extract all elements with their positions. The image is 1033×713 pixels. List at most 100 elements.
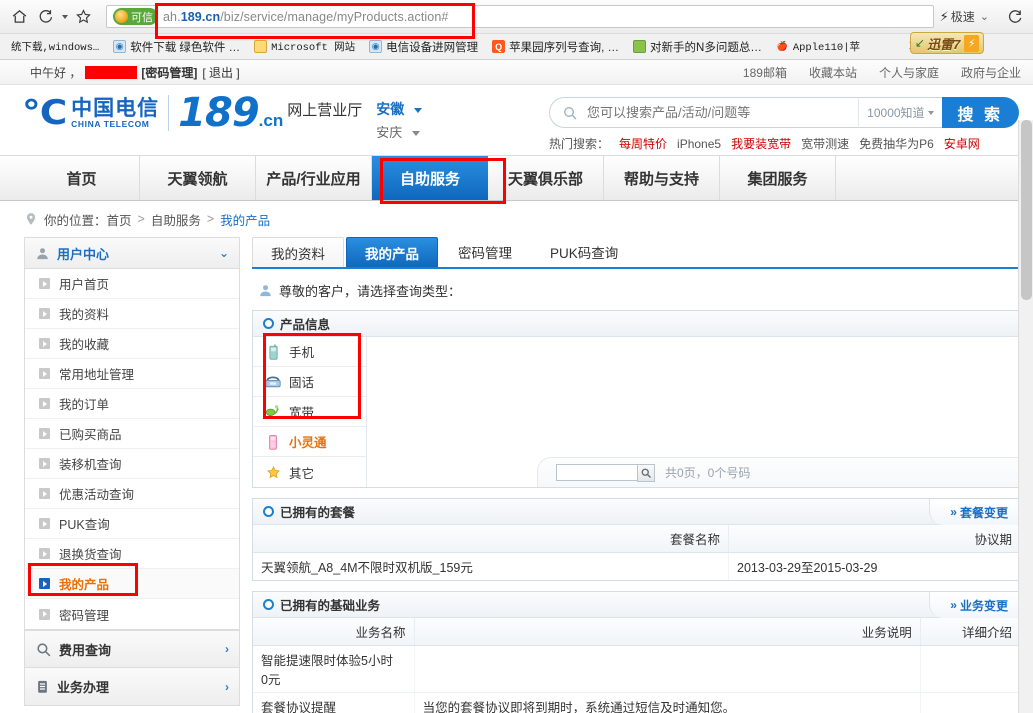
url-text: ah.189.cn/biz/service/manage/myProducts.… [163,10,448,24]
cell-agreement-period: 2013-03-29至2015-03-29 [729,553,1020,581]
bullet-arrow-icon [39,338,50,349]
nav-item-tianyi-club[interactable]: 天翼俱乐部 [488,156,604,200]
sidebar-item-my-favorites[interactable]: 我的收藏 [25,329,239,359]
city-selector[interactable]: 安庆 [376,122,421,144]
search-input[interactable] [585,104,858,121]
sidebar-item-my-products[interactable]: 我的产品 [25,569,239,599]
nav-item-self-service[interactable]: 自助服务 [372,156,488,200]
product-type-mobile[interactable]: 手机 [253,337,366,367]
product-type-landline[interactable]: 固话 [253,367,366,397]
column-service-detail: 详细介绍 [920,618,1020,646]
nav-item-products[interactable]: 产品/行业应用 [256,156,372,200]
tab-my-products[interactable]: 我的产品 [346,237,438,267]
cell-service-desc [414,646,920,693]
trust-coin-icon [115,10,128,23]
tab-puk-query[interactable]: PUK码查询 [532,237,636,267]
bookmark-label: 电信设备进网管理 [386,39,478,55]
pager-summary: 共0页，0个号码 [665,464,750,481]
home-icon[interactable] [6,4,32,30]
scrollbar-thumb[interactable] [1021,120,1032,300]
search-channel-select[interactable]: 10000知道 [858,97,941,128]
product-info-panel: 产品信息 手机 [252,310,1021,488]
password-management-link[interactable]: [密码管理] [141,64,197,81]
sidebar-item-purchased-goods[interactable]: 已购买商品 [25,419,239,449]
browser-chrome: 可信 ah.189.cn/biz/service/manage/myProduc… [0,0,1033,60]
search-input-wrap[interactable] [549,97,858,128]
content-tabs: 我的资料 我的产品 密码管理 PUK码查询 [252,237,1021,269]
bookmark-item[interactable]: 统下载,windows… [4,39,106,54]
package-change-link[interactable]: » 套餐变更 [929,499,1020,525]
hot-search-item[interactable]: 每周特价 [619,135,667,152]
sidebar-section-fee-query[interactable]: 费用查询 › [24,630,240,668]
logout-link[interactable]: [ 退出 ] [202,64,239,81]
greeting-text: 中午好 ， [30,64,81,81]
speed-mode-switch[interactable]: ⚡ 极速 ⌄ [940,8,995,25]
bookmark-item[interactable]: ◉ 电信设备进网管理 [362,39,485,55]
location-pin-icon [24,211,38,227]
chevron-right-icon[interactable]: › [225,680,229,694]
sidebar-section-user-center[interactable]: 用户中心 ⌄ [24,237,240,269]
globe-icon: ◉ [369,40,382,53]
sidebar-item-password-management[interactable]: 密码管理 [25,599,239,629]
page-scrollbar[interactable] [1018,120,1033,713]
bullet-arrow-icon [39,488,50,499]
sidebar-item-user-home[interactable]: 用户首页 [25,269,239,299]
topbar-link-personal[interactable]: 个人与家庭 [879,64,939,81]
search-button[interactable]: 搜 索 [942,97,1019,128]
sidebar-item-my-orders[interactable]: 我的订单 [25,389,239,419]
breadcrumb-item-self-service[interactable]: 自助服务 [151,210,201,229]
hot-search-item[interactable]: 安卓网 [944,135,980,152]
topbar-link-mail[interactable]: 189邮箱 [743,64,787,81]
city-label: 安庆 [376,125,402,140]
tab-password-management[interactable]: 密码管理 [440,237,530,267]
service-change-link[interactable]: » 业务变更 [929,592,1020,618]
double-chevron-right-icon: » [950,505,957,519]
hot-search-item[interactable]: 我要装宽带 [731,135,791,152]
product-type-other[interactable]: 其它 [253,457,366,487]
site-logo[interactable]: ℃ 中国电信 CHINA TELECOM 189.cn 网上营业厅 [24,95,362,131]
speed-mode-label: 极速 [951,8,975,25]
hot-search-item[interactable]: 宽带测速 [801,135,849,152]
nav-item-help-support[interactable]: 帮助与支持 [604,156,720,200]
bookmark-item[interactable]: Microsoft 网站 [247,39,362,54]
thunder-download-badge[interactable]: ↙ 迅雷7 ⚡ [910,32,984,54]
nav-item-home[interactable]: 首页 [24,156,140,200]
sidebar-item-address-management[interactable]: 常用地址管理 [25,359,239,389]
nav-item-group-service[interactable]: 集团服务 [720,156,836,200]
address-bar[interactable]: 可信 ah.189.cn/biz/service/manage/myProduc… [106,5,934,28]
product-type-broadband[interactable]: 宽带 [253,397,366,427]
table-header-row: 业务名称 业务说明 详细介绍 [253,618,1020,646]
search-icon[interactable] [637,464,655,482]
product-type-pas[interactable]: 小灵通 [253,427,366,457]
province-selector[interactable]: 安徽 [376,98,421,122]
chevron-down-icon[interactable]: ⌄ [980,10,989,23]
clipboard-icon [35,678,50,695]
chevron-down-icon[interactable]: ⌄ [219,246,229,260]
apple-icon: 🍎 [776,40,789,53]
reload-icon[interactable] [32,4,58,30]
topbar-link-bookmark[interactable]: 收藏本站 [809,64,857,81]
sidebar-item-installation-query[interactable]: 装移机查询 [25,449,239,479]
sidebar-item-promotion-query[interactable]: 优惠活动查询 [25,479,239,509]
hot-search-item[interactable]: 免费抽华为P6 [859,135,934,152]
hot-search-item[interactable]: iPhone5 [677,137,721,151]
bookmark-item[interactable]: Q 苹果园序列号查询, … [485,39,626,55]
bullet-arrow-icon [39,578,50,589]
sidebar-item-puk-query[interactable]: PUK查询 [25,509,239,539]
bookmark-item[interactable]: 对新手的N多问题总… [626,39,769,55]
breadcrumb-item-home[interactable]: 首页 [107,210,132,229]
chevron-right-icon[interactable]: › [225,642,229,656]
product-search-input[interactable] [556,464,638,481]
bookmark-item[interactable]: ◉ 软件下载 绿色软件 … [106,39,247,55]
tab-my-profile[interactable]: 我的资料 [252,237,344,267]
star-icon[interactable] [70,4,96,30]
topbar-link-enterprise[interactable]: 政府与企业 [961,64,1021,81]
bookmark-item[interactable]: 🍎 Apple110|苹 [769,39,867,54]
sidebar-item-my-profile[interactable]: 我的资料 [25,299,239,329]
refresh-icon[interactable] [1001,4,1027,30]
product-info-header: 产品信息 [253,311,1020,337]
sidebar-section-business-handling[interactable]: 业务办理 › [24,668,240,706]
nav-item-tianyi-navigation[interactable]: 天翼领航 [140,156,256,200]
toolbar-dropdown-icon[interactable] [58,4,70,30]
sidebar-item-return-query[interactable]: 退换货查询 [25,539,239,569]
